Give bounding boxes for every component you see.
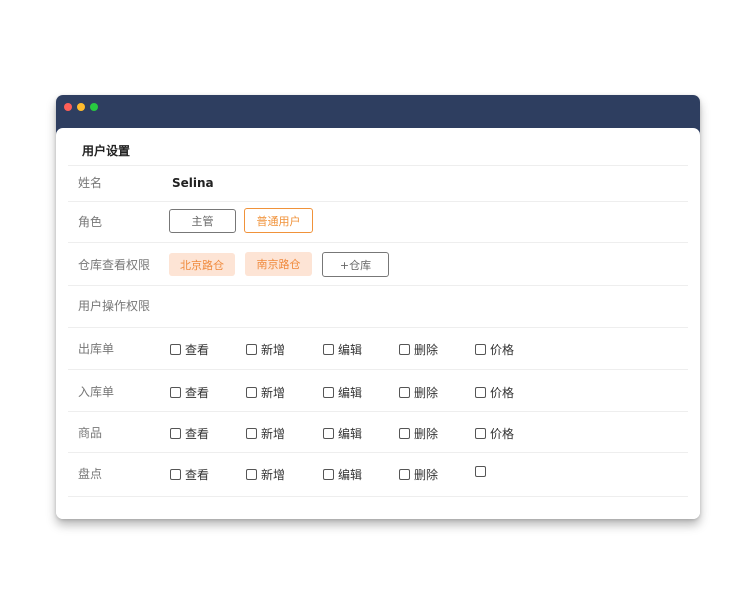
checkbox-icon[interactable]: [399, 387, 410, 398]
page-title: 用户设置: [82, 144, 131, 158]
perm-view-checkbox[interactable]: 查看: [170, 425, 209, 442]
checkbox-icon[interactable]: [170, 387, 181, 398]
perm-price-checkbox[interactable]: 价格: [475, 384, 514, 401]
permission-label: 出库单: [78, 342, 115, 356]
warehouse-tag-beijing[interactable]: 北京路仓: [169, 253, 235, 276]
checkbox-icon[interactable]: [246, 469, 257, 480]
name-value: Selina: [172, 176, 214, 190]
checkbox-icon[interactable]: [323, 344, 334, 355]
perm-price-checkbox[interactable]: 价格: [475, 425, 514, 442]
checkbox-icon[interactable]: [246, 428, 257, 439]
perm-edit-checkbox[interactable]: 编辑: [323, 425, 362, 442]
permission-label: 盘点: [78, 467, 103, 481]
checkbox-icon[interactable]: [475, 344, 486, 355]
user-settings-panel: 用户设置 姓名 Selina 角色 主管 普通用户 仓库查看权限 北京路仓 南京…: [56, 128, 700, 519]
perm-add-checkbox[interactable]: 新增: [246, 425, 285, 442]
perm-delete-checkbox[interactable]: 删除: [399, 384, 438, 401]
perm-view-checkbox[interactable]: 查看: [170, 466, 209, 483]
permission-label: 入库单: [78, 385, 115, 399]
role-row: 角色 主管 普通用户: [68, 201, 688, 243]
name-row: 姓名 Selina: [68, 165, 688, 202]
perm-add-checkbox[interactable]: 新增: [246, 466, 285, 483]
checkbox-icon[interactable]: [246, 344, 257, 355]
maximize-window-icon[interactable]: [90, 103, 98, 111]
perm-edit-checkbox[interactable]: 编辑: [323, 466, 362, 483]
role-option-supervisor[interactable]: 主管: [169, 209, 236, 233]
permission-label: 商品: [78, 426, 103, 440]
checkbox-icon[interactable]: [323, 469, 334, 480]
perm-delete-checkbox[interactable]: 删除: [399, 341, 438, 358]
perm-edit-checkbox[interactable]: 编辑: [323, 341, 362, 358]
checkbox-icon[interactable]: [399, 344, 410, 355]
minimize-window-icon[interactable]: [77, 103, 85, 111]
checkbox-icon[interactable]: [399, 469, 410, 480]
permission-row-products: 商品 查看 新增 编辑 删除 价格: [68, 411, 688, 453]
perm-view-checkbox[interactable]: 查看: [170, 341, 209, 358]
perm-price-checkbox[interactable]: 价格: [475, 341, 514, 358]
perm-delete-checkbox[interactable]: 删除: [399, 425, 438, 442]
checkbox-icon[interactable]: [170, 428, 181, 439]
checkbox-icon[interactable]: [475, 466, 486, 477]
name-label: 姓名: [78, 176, 103, 190]
checkbox-icon[interactable]: [170, 469, 181, 480]
operations-label: 用户操作权限: [78, 299, 151, 313]
role-label: 角色: [78, 215, 103, 229]
operations-row: 用户操作权限: [68, 285, 688, 328]
checkbox-icon[interactable]: [170, 344, 181, 355]
checkbox-icon[interactable]: [323, 428, 334, 439]
checkbox-icon[interactable]: [475, 428, 486, 439]
checkbox-icon[interactable]: [323, 387, 334, 398]
warehouse-label: 仓库查看权限: [78, 258, 151, 272]
perm-price-checkbox[interactable]: [475, 466, 490, 477]
warehouse-tag-nanjing[interactable]: 南京路仓: [245, 252, 312, 276]
perm-delete-checkbox[interactable]: 删除: [399, 466, 438, 483]
permission-row-outbound: 出库单 查看 新增 编辑 删除 价格: [68, 327, 688, 370]
checkbox-icon[interactable]: [399, 428, 410, 439]
permission-row-inbound: 入库单 查看 新增 编辑 删除 价格: [68, 369, 688, 412]
close-window-icon[interactable]: [64, 103, 72, 111]
permission-row-stocktake: 盘点 查看 新增 编辑 删除: [68, 452, 688, 497]
checkbox-icon[interactable]: [475, 387, 486, 398]
perm-view-checkbox[interactable]: 查看: [170, 384, 209, 401]
perm-edit-checkbox[interactable]: 编辑: [323, 384, 362, 401]
add-warehouse-button[interactable]: +仓库: [322, 252, 389, 277]
app-window: 用户设置 姓名 Selina 角色 主管 普通用户 仓库查看权限 北京路仓 南京…: [56, 95, 700, 519]
perm-add-checkbox[interactable]: 新增: [246, 384, 285, 401]
role-option-regular-user[interactable]: 普通用户: [244, 208, 313, 233]
checkbox-icon[interactable]: [246, 387, 257, 398]
perm-add-checkbox[interactable]: 新增: [246, 341, 285, 358]
warehouse-row: 仓库查看权限 北京路仓 南京路仓 +仓库: [68, 242, 688, 286]
